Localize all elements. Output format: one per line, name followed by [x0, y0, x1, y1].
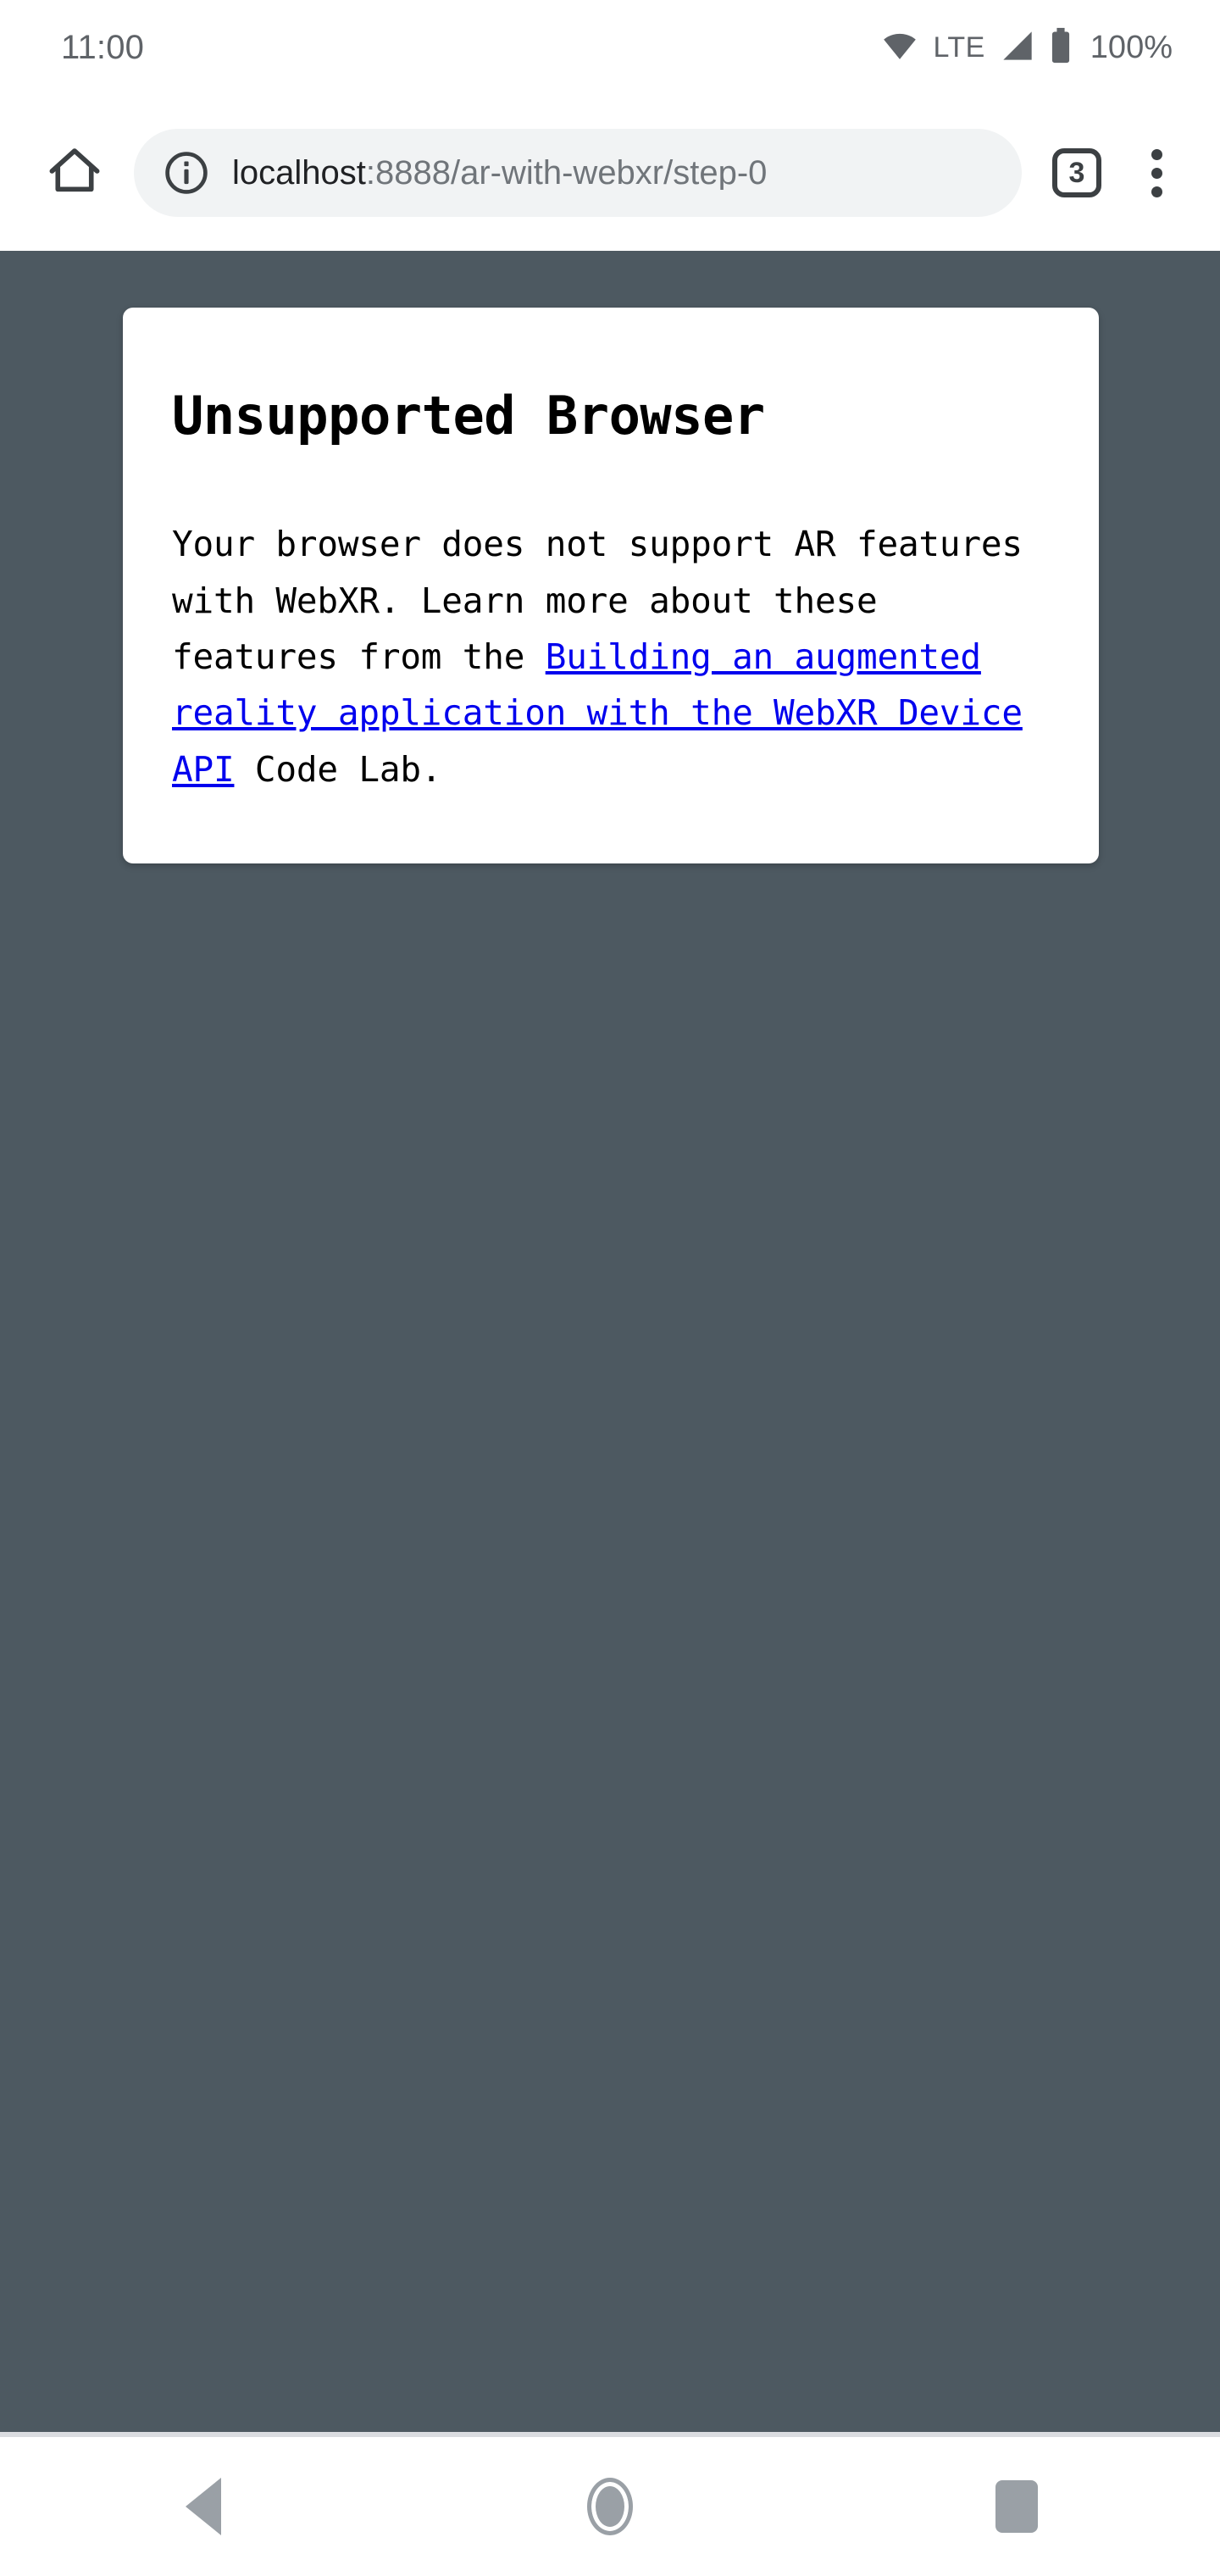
site-info-icon[interactable]	[163, 149, 210, 197]
home-circle-icon	[587, 2478, 633, 2535]
back-triangle-icon	[186, 2478, 221, 2535]
battery-icon	[1050, 27, 1072, 69]
description-text-after-link: Code Lab.	[234, 748, 442, 790]
unsupported-browser-card: Unsupported Browser Your browser does no…	[123, 308, 1099, 864]
recents-square-icon	[995, 2480, 1038, 2533]
url-bar[interactable]: localhost:8888/ar-with-webxr/step-0	[134, 129, 1022, 217]
battery-percent-label: 100%	[1090, 30, 1173, 65]
wifi-icon	[880, 29, 919, 67]
web-page-viewport: Unsupported Browser Your browser does no…	[0, 251, 1220, 2432]
home-button[interactable]	[34, 132, 115, 214]
back-button[interactable]	[127, 2437, 280, 2576]
page-title: Unsupported Browser	[172, 385, 765, 447]
browser-toolbar: localhost:8888/ar-with-webxr/step-0 3	[0, 95, 1220, 251]
url-path: :8888/ar-with-webxr/step-0	[365, 156, 768, 190]
overflow-menu-icon-dot2	[1151, 167, 1162, 179]
recents-button[interactable]	[940, 2437, 1093, 2576]
status-indicators: LTE 100%	[880, 27, 1173, 69]
status-clock: 11:00	[61, 29, 145, 66]
overflow-menu-button[interactable]	[1117, 133, 1196, 213]
status-bar: 11:00 LTE 100%	[0, 0, 1220, 95]
cellular-signal-icon	[999, 29, 1036, 67]
home-icon	[47, 144, 102, 203]
page-description: Your browser does not support AR feature…	[172, 516, 1051, 797]
tab-count-label: 3	[1068, 157, 1085, 189]
tab-count-box: 3	[1052, 148, 1101, 197]
url-text: localhost:8888/ar-with-webxr/step-0	[232, 156, 767, 190]
overflow-menu-icon	[1151, 148, 1162, 160]
tab-switcher-button[interactable]: 3	[1037, 133, 1117, 213]
network-type-label: LTE	[933, 31, 985, 64]
overflow-menu-icon-dot3	[1151, 186, 1162, 197]
android-nav-bar	[0, 2437, 1220, 2576]
home-button-nav[interactable]	[534, 2437, 686, 2576]
android-phone-screen: 11:00 LTE 100% localhost:8888/ar-with-we…	[0, 0, 1220, 2576]
url-host: localhost	[232, 156, 366, 190]
